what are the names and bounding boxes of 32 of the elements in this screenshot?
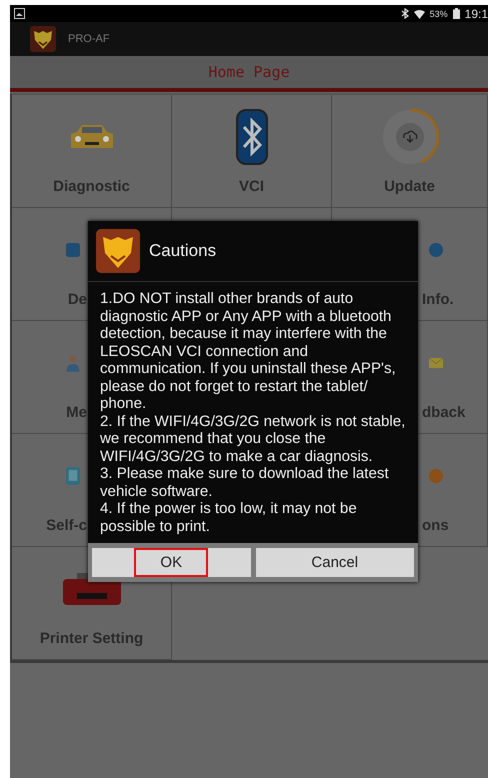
cloud-download-icon bbox=[380, 108, 438, 166]
tile-label[interactable]: Printer Setting bbox=[40, 630, 144, 647]
bluetooth-icon bbox=[236, 109, 268, 165]
dialog-title: Cautions bbox=[149, 241, 216, 261]
clock-time: 19:1 bbox=[464, 6, 488, 20]
tile-label[interactable]: Info. bbox=[422, 291, 454, 308]
dialog-button[interactable]: OK bbox=[92, 548, 250, 577]
page-title: Home Page bbox=[208, 63, 290, 81]
tile-label[interactable]: dback bbox=[422, 404, 466, 421]
caution-paragraph: 4. If the power is too low, it may not be possible to print. bbox=[100, 500, 358, 535]
tile-label[interactable]: ons bbox=[422, 517, 449, 534]
battery-icon bbox=[452, 8, 460, 19]
caution-paragraph: 3. Please make sure to download the latest vehicle software. bbox=[100, 465, 390, 500]
app-title: PRO-AF bbox=[68, 33, 110, 45]
highlight-frame: Cancel bbox=[285, 548, 384, 577]
tile-label[interactable]: De bbox=[68, 291, 87, 308]
tile-label[interactable]: Diagnostic bbox=[53, 178, 130, 195]
tile-label[interactable]: Update bbox=[384, 178, 435, 195]
tile-label[interactable]: Me bbox=[66, 404, 87, 421]
image-icon bbox=[14, 8, 25, 19]
caution-paragraph: 2. If the WIFI/4G/3G/2G network is not stable, we recommend that you close the WIFI/4G/3G/2G to make a car diagnosis. bbox=[100, 412, 406, 465]
bluetooth-icon bbox=[400, 8, 409, 19]
wifi-icon bbox=[414, 8, 425, 18]
highlight-frame: OK bbox=[134, 548, 208, 577]
caution-paragraph: 1.DO NOT install other brands of auto diagnostic APP or Any APP with a bluetooth detection, because it may interfere with the LEOSCAN VCI connection and communication. If you uninstall these APP's, please do not forget to restart the tablet/ phone. bbox=[100, 290, 397, 412]
printer-icon bbox=[62, 573, 120, 605]
tile-label[interactable]: Self-c bbox=[46, 517, 87, 534]
lion-logo-icon bbox=[96, 229, 140, 273]
dialog-button[interactable]: Cancel bbox=[256, 548, 414, 577]
lion-logo-icon bbox=[30, 26, 56, 52]
battery-percent: 53% bbox=[430, 8, 448, 18]
tile-label[interactable]: VCI bbox=[238, 178, 264, 195]
